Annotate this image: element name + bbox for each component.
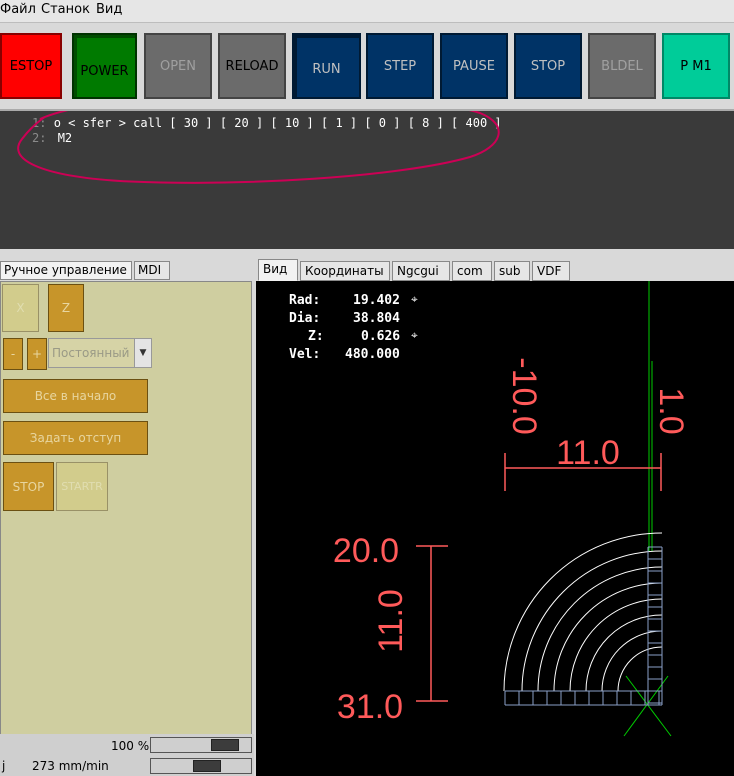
toolpath-pass	[505, 630, 663, 692]
tab-vdf[interactable]: VDF	[532, 261, 570, 281]
tab-coordinates[interactable]: Координаты	[300, 261, 390, 281]
tab-ngcgui[interactable]: Ngcgui	[392, 261, 450, 281]
toolpath-preview[interactable]: Rad: 19.402 Dia: 38.804 Z: 0.626 Vel: 48…	[256, 281, 734, 776]
toolpath-pass	[505, 550, 663, 692]
power-button[interactable]: POWER	[72, 33, 137, 99]
menu-machine[interactable]: Станок	[41, 2, 90, 17]
tab-mdi[interactable]: MDI	[134, 261, 170, 280]
toolpath-pass	[503, 532, 663, 692]
chevron-down-icon[interactable]: ▼	[134, 339, 151, 367]
tool-cross	[623, 675, 669, 737]
jog-mode-value: Постоянный	[52, 346, 130, 360]
panel-separator	[0, 249, 734, 259]
step-button[interactable]: STEP	[366, 33, 434, 99]
menu-bar: Файл Станок Вид	[0, 0, 734, 23]
jog-minus-button[interactable]: -	[3, 338, 23, 370]
run-button[interactable]: RUN	[292, 33, 361, 99]
tab-view[interactable]: Вид	[258, 259, 298, 281]
jog-speed-value: 273 mm/min	[32, 759, 109, 773]
axis-x-button[interactable]: X	[2, 284, 39, 332]
jog-mode-select[interactable]: Постоянный ▼	[48, 338, 152, 368]
home-all-button[interactable]: Все в начало	[3, 379, 148, 413]
rapid-moves	[504, 546, 663, 706]
spindle-stop-button[interactable]: STOP	[3, 462, 54, 511]
slider-thumb[interactable]	[211, 739, 239, 751]
estop-button[interactable]: ESTOP	[0, 33, 62, 99]
status-area: 100 % j 273 mm/min	[0, 734, 254, 776]
jog-label: j	[2, 759, 6, 773]
toolpath-arcs	[503, 532, 663, 692]
dim-z-start: 20.0	[333, 532, 399, 570]
preview-canvas: -10.0 1.0 11.0 20.0 11.0 31.0	[333, 281, 690, 737]
toolpath-pass	[505, 598, 663, 692]
spindle-start-button[interactable]: STARTR	[56, 462, 108, 511]
dim-right-vertical: 1.0	[652, 387, 690, 434]
toolpath-pass	[505, 614, 663, 692]
tab-manual[interactable]: Ручное управление	[0, 261, 132, 280]
annotation-ellipse	[17, 111, 500, 184]
menu-view[interactable]: Вид	[96, 2, 122, 17]
toolpath-pass	[505, 646, 663, 692]
pm1-button[interactable]: P M1	[662, 33, 730, 99]
touch-off-button[interactable]: Задать отступ	[3, 421, 148, 455]
reload-button[interactable]: RELOAD	[218, 33, 286, 99]
dim-z-end: 31.0	[337, 688, 403, 726]
jog-plus-button[interactable]: +	[27, 338, 47, 370]
tab-sub[interactable]: sub	[494, 261, 530, 281]
bldel-button[interactable]: BLDEL	[588, 33, 656, 99]
axis-z-button[interactable]: Z	[48, 284, 84, 332]
dim-z-length: 11.0	[372, 589, 410, 653]
menu-file[interactable]: Файл	[0, 2, 36, 17]
feed-override-value: 100 %	[111, 739, 150, 753]
feed-override-slider[interactable]	[150, 737, 252, 753]
manual-control-panel: X Z - + Постоянный ▼ Все в начало Задать…	[0, 281, 252, 735]
open-button[interactable]: OPEN	[144, 33, 212, 99]
toolpath-pass	[505, 582, 663, 692]
left-tabs: Ручное управление MDI	[0, 259, 252, 281]
dim-horizontal: 11.0	[556, 434, 620, 472]
dim-top-vertical: -10.0	[505, 357, 543, 435]
tab-com[interactable]: com	[452, 261, 492, 281]
pause-button[interactable]: PAUSE	[440, 33, 508, 99]
jog-speed-slider[interactable]	[150, 758, 252, 774]
slider-thumb[interactable]	[193, 760, 221, 772]
stop-button[interactable]: STOP	[514, 33, 582, 99]
gcode-editor[interactable]: 1: o < sfer > call [ 30 ] [ 20 ] [ 10 ] …	[0, 111, 734, 249]
right-tabs: Вид Координаты Ngcgui com sub VDF	[256, 259, 734, 281]
toolbar: ESTOP POWER OPEN RELOAD RUN STEP PAUSE S…	[0, 23, 734, 111]
